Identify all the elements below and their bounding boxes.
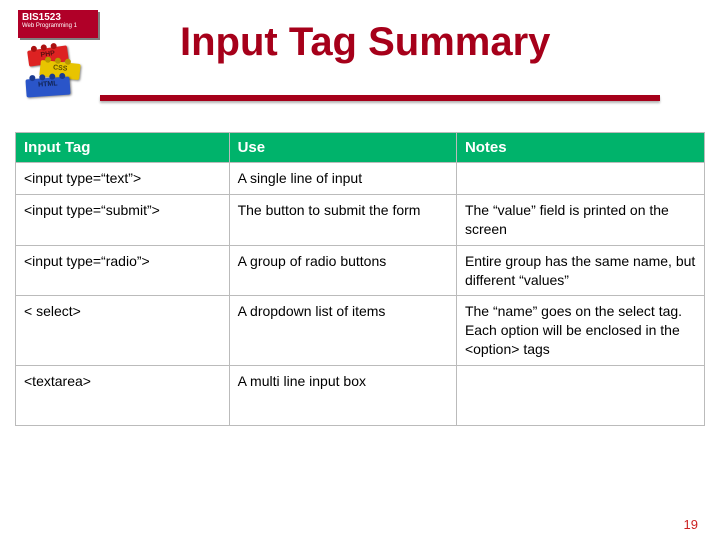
cell-use: A dropdown list of items bbox=[229, 296, 456, 366]
lego-brick-html: HTML bbox=[25, 76, 70, 97]
page-number: 19 bbox=[684, 517, 698, 532]
course-badge: BIS1523 Web Programming 1 bbox=[18, 10, 98, 38]
table-header-row: Input Tag Use Notes bbox=[16, 133, 705, 163]
cell-use: A group of radio buttons bbox=[229, 245, 456, 296]
table-row: <textarea> A multi line input box bbox=[16, 366, 705, 426]
course-code: BIS1523 bbox=[22, 12, 94, 23]
lego-icon: PHP CSS HTML bbox=[22, 48, 92, 108]
slide-title: Input Tag Summary bbox=[180, 20, 550, 65]
cell-tag: <textarea> bbox=[16, 366, 230, 426]
table-row: <input type=“submit”> The button to subm… bbox=[16, 194, 705, 245]
cell-notes bbox=[456, 163, 704, 195]
cell-tag: <input type=“text”> bbox=[16, 163, 230, 195]
cell-tag: <input type=“submit”> bbox=[16, 194, 230, 245]
cell-tag: <input type=“radio”> bbox=[16, 245, 230, 296]
col-header-use: Use bbox=[229, 133, 456, 163]
summary-table: Input Tag Use Notes <input type=“text”> … bbox=[15, 132, 705, 426]
cell-use: The button to submit the form bbox=[229, 194, 456, 245]
cell-notes bbox=[456, 366, 704, 426]
lego-label: CSS bbox=[53, 64, 68, 72]
table-row: < select> A dropdown list of items The “… bbox=[16, 296, 705, 366]
cell-notes: The “name” goes on the select tag. Each … bbox=[456, 296, 704, 366]
cell-tag: < select> bbox=[16, 296, 230, 366]
col-header-tag: Input Tag bbox=[16, 133, 230, 163]
course-subtitle: Web Programming 1 bbox=[22, 23, 94, 30]
lego-label: HTML bbox=[38, 80, 58, 88]
slide-header: BIS1523 Web Programming 1 PHP CSS HTML I… bbox=[0, 0, 720, 120]
divider bbox=[100, 95, 660, 101]
cell-use: A single line of input bbox=[229, 163, 456, 195]
table-row: <input type=“radio”> A group of radio bu… bbox=[16, 245, 705, 296]
cell-use: A multi line input box bbox=[229, 366, 456, 426]
cell-notes: Entire group has the same name, but diff… bbox=[456, 245, 704, 296]
col-header-notes: Notes bbox=[456, 133, 704, 163]
table-row: <input type=“text”> A single line of inp… bbox=[16, 163, 705, 195]
cell-notes: The “value” field is printed on the scre… bbox=[456, 194, 704, 245]
